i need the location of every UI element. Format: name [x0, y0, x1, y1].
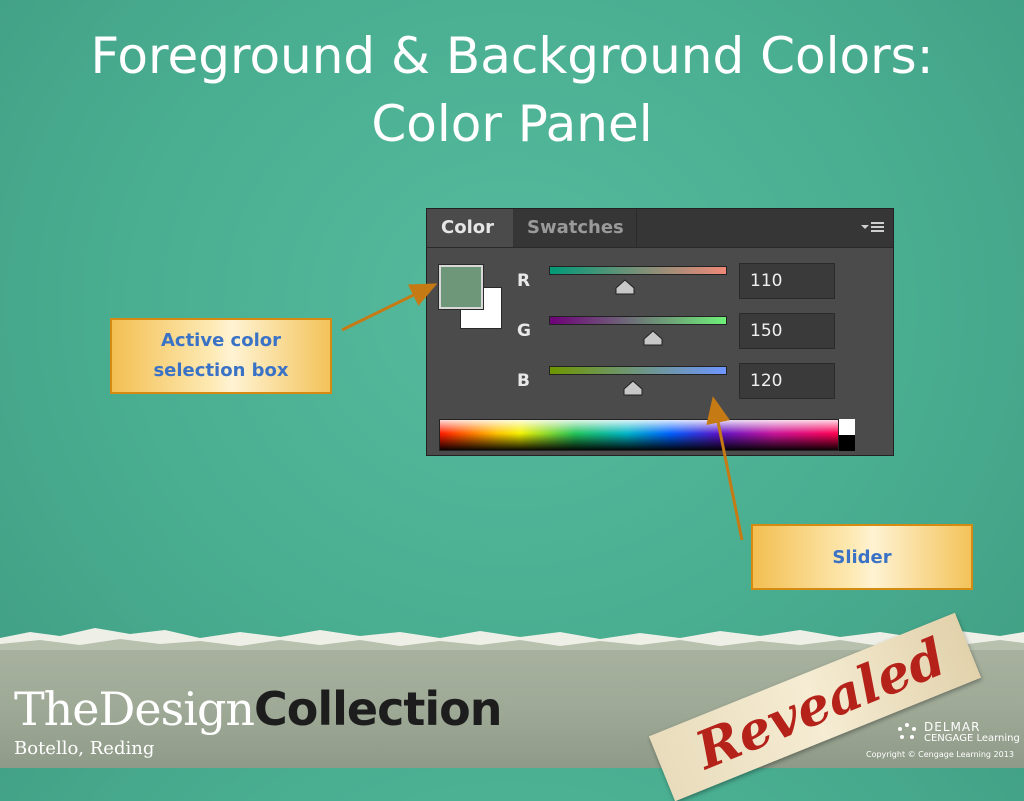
red-value-field[interactable]: 110: [739, 263, 835, 299]
foreground-color-box[interactable]: [438, 264, 484, 310]
slide-title: Foreground & Background Colors: Color Pa…: [0, 22, 1024, 158]
publisher-name: DELMAR: [924, 720, 981, 734]
tab-color[interactable]: Color: [427, 209, 513, 247]
slide-title-line-2: Color Panel: [371, 95, 653, 153]
brand-light-text: TheDesign: [14, 682, 255, 736]
red-slider-track[interactable]: [549, 266, 727, 275]
panel-menu-icon[interactable]: [861, 220, 885, 236]
green-slider-thumb[interactable]: [643, 330, 663, 346]
color-spectrum-bar[interactable]: [439, 419, 839, 451]
callout-slider: Slider: [751, 524, 973, 590]
copyright: Copyright © Cengage Learning 2013: [866, 750, 1014, 759]
brand-bold-text: Collection: [254, 682, 502, 736]
panel-tab-bar: Color Swatches: [427, 209, 893, 248]
authors: Botello, Reding: [14, 738, 155, 759]
arrow-to-color-box: [341, 283, 438, 332]
blue-value-field[interactable]: 120: [739, 363, 835, 399]
blue-slider-thumb[interactable]: [623, 380, 643, 396]
spectrum-white-swatch[interactable]: [839, 419, 855, 435]
brand-logo: TheDesignCollection: [14, 682, 503, 736]
channel-label-g: G: [517, 321, 531, 341]
green-slider-track[interactable]: [549, 316, 727, 325]
spectrum-black-swatch[interactable]: [839, 435, 855, 451]
color-panel: Color Swatches R 110 G 150 B 120: [426, 208, 894, 456]
callout-active-color: Active color selection box: [110, 318, 332, 394]
channel-label-r: R: [517, 271, 531, 291]
red-slider-thumb[interactable]: [615, 279, 635, 295]
slide-title-line-1: Foreground & Background Colors:: [90, 27, 934, 85]
tab-swatches[interactable]: Swatches: [513, 209, 637, 247]
channel-label-b: B: [517, 371, 530, 391]
delmar-logo-icon: [898, 723, 916, 739]
green-value-field[interactable]: 150: [739, 313, 835, 349]
publisher-subname: CENGAGE Learning: [924, 733, 1020, 744]
blue-slider-track[interactable]: [549, 366, 727, 375]
